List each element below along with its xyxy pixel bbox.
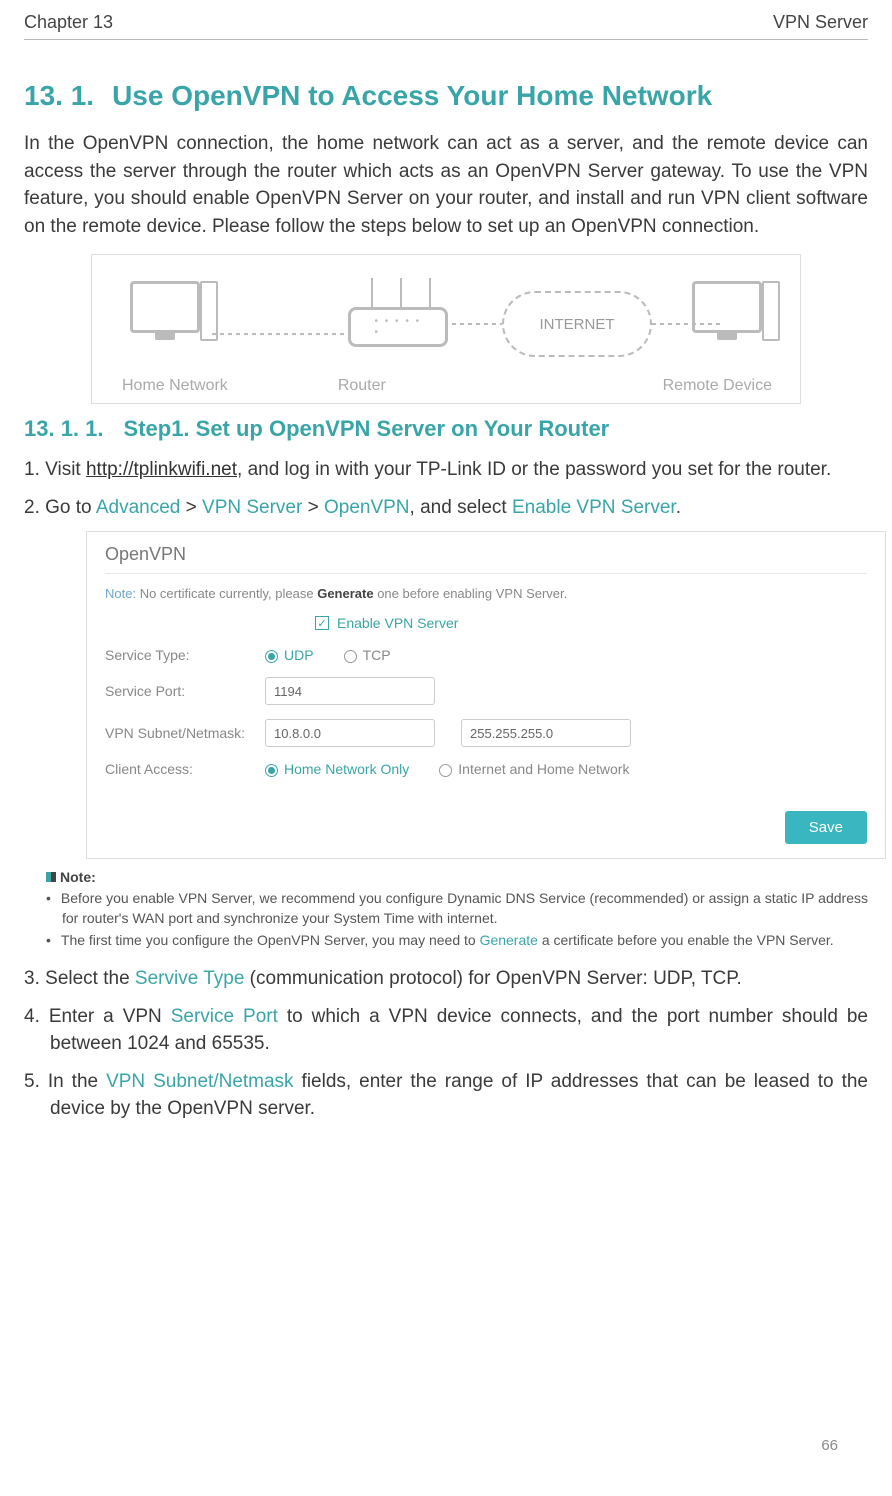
internet-cloud-icon: INTERNET <box>502 291 652 357</box>
label-vpn-subnet: VPN Subnet/Netmask <box>106 1071 294 1092</box>
label-enable-vpn: Enable VPN Server <box>512 497 676 518</box>
subnet-input[interactable] <box>265 719 435 747</box>
client-inet-radio-option[interactable]: Internet and Home Network <box>439 761 629 777</box>
radio-icon <box>265 764 278 777</box>
steps-list: Visit http://tplinkwifi.net, and log in … <box>24 456 868 521</box>
panel-note: Note: No certificate currently, please G… <box>105 586 867 601</box>
note-block: Note: Before you enable VPN Server, we r… <box>46 869 868 951</box>
page-number: 66 <box>821 1437 838 1454</box>
section-heading: 13. 1. Use OpenVPN to Access Your Home Ne… <box>24 80 868 112</box>
client-access-label: Client Access: <box>105 761 265 777</box>
radio-icon <box>439 764 452 777</box>
home-pc-icon <box>120 281 210 333</box>
save-button[interactable]: Save <box>785 811 867 844</box>
remote-pc-icon <box>682 281 772 333</box>
subnet-label: VPN Subnet/Netmask: <box>105 725 265 741</box>
subsection-title-text: Step1. Set up OpenVPN Server on Your Rou… <box>124 416 610 441</box>
diagram-label-router: Router <box>338 377 386 395</box>
subsection-number: 13. 1. 1. <box>24 416 104 441</box>
section-number: 13. 1. <box>24 80 94 111</box>
steps-list-continued: Select the Servive Type (communication p… <box>24 965 868 1123</box>
panel-title: OpenVPN <box>105 544 867 565</box>
chapter-label: Chapter 13 <box>24 12 113 33</box>
note-heading: Note: <box>46 869 868 885</box>
step-5: In the VPN Subnet/Netmask fields, enter … <box>24 1068 868 1123</box>
flag-icon <box>46 872 56 882</box>
step-4: Enter a VPN Service Port to which a VPN … <box>24 1003 868 1058</box>
service-port-row: Service Port: <box>105 677 867 705</box>
generate-link: Generate <box>480 932 538 948</box>
openvpn-settings-panel: OpenVPN Note: No certificate currently, … <box>86 531 886 859</box>
udp-radio-option[interactable]: UDP <box>265 647 314 663</box>
note-bullet-2: The first time you configure the OpenVPN… <box>46 931 868 951</box>
section-intro: In the OpenVPN connection, the home netw… <box>24 130 868 240</box>
subnet-row: VPN Subnet/Netmask: <box>105 719 867 747</box>
note-bullet-1: Before you enable VPN Server, we recomme… <box>46 889 868 928</box>
diagram-label-home: Home Network <box>122 377 228 395</box>
tplink-link[interactable]: http://tplinkwifi.net <box>86 459 237 480</box>
router-icon: • • • • • • <box>348 307 448 347</box>
network-diagram: • • • • • • INTERNET Home Network Router… <box>91 254 801 404</box>
radio-icon <box>344 650 357 663</box>
enable-vpn-checkbox-row: ✓ Enable VPN Server <box>315 615 867 631</box>
service-port-input[interactable] <box>265 677 435 705</box>
client-home-radio-option[interactable]: Home Network Only <box>265 761 409 777</box>
page-header: Chapter 13 VPN Server <box>24 12 868 40</box>
diagram-label-remote: Remote Device <box>663 377 772 395</box>
diagram-line <box>452 323 502 325</box>
header-title: VPN Server <box>773 12 868 33</box>
diagram-labels: Home Network Router Remote Device <box>92 377 800 395</box>
service-type-label: Service Type: <box>105 647 265 663</box>
nav-advanced: Advanced <box>96 497 181 518</box>
step-2: Go to Advanced > VPN Server > OpenVPN, a… <box>24 494 868 522</box>
diagram-line <box>212 333 348 335</box>
service-type-row: Service Type: UDP TCP <box>105 647 867 663</box>
service-port-label: Service Port: <box>105 683 265 699</box>
step-1: Visit http://tplinkwifi.net, and log in … <box>24 456 868 484</box>
divider <box>105 573 867 574</box>
label-service-port: Service Port <box>171 1006 278 1027</box>
nav-vpn-server: VPN Server <box>202 497 302 518</box>
generate-text: Generate <box>317 586 373 601</box>
step-3: Select the Servive Type (communication p… <box>24 965 868 993</box>
label-service-type: Servive Type <box>135 968 244 989</box>
tcp-radio-option[interactable]: TCP <box>344 647 391 663</box>
nav-openvpn: OpenVPN <box>324 497 410 518</box>
client-access-row: Client Access: Home Network Only Interne… <box>105 761 867 777</box>
subsection-heading: 13. 1. 1. Step1. Set up OpenVPN Server on… <box>24 416 868 442</box>
radio-icon <box>265 650 278 663</box>
netmask-input[interactable] <box>461 719 631 747</box>
section-title-text: Use OpenVPN to Access Your Home Network <box>112 80 712 111</box>
enable-vpn-checkbox[interactable]: ✓ <box>315 616 329 630</box>
enable-vpn-label: Enable VPN Server <box>337 615 458 631</box>
